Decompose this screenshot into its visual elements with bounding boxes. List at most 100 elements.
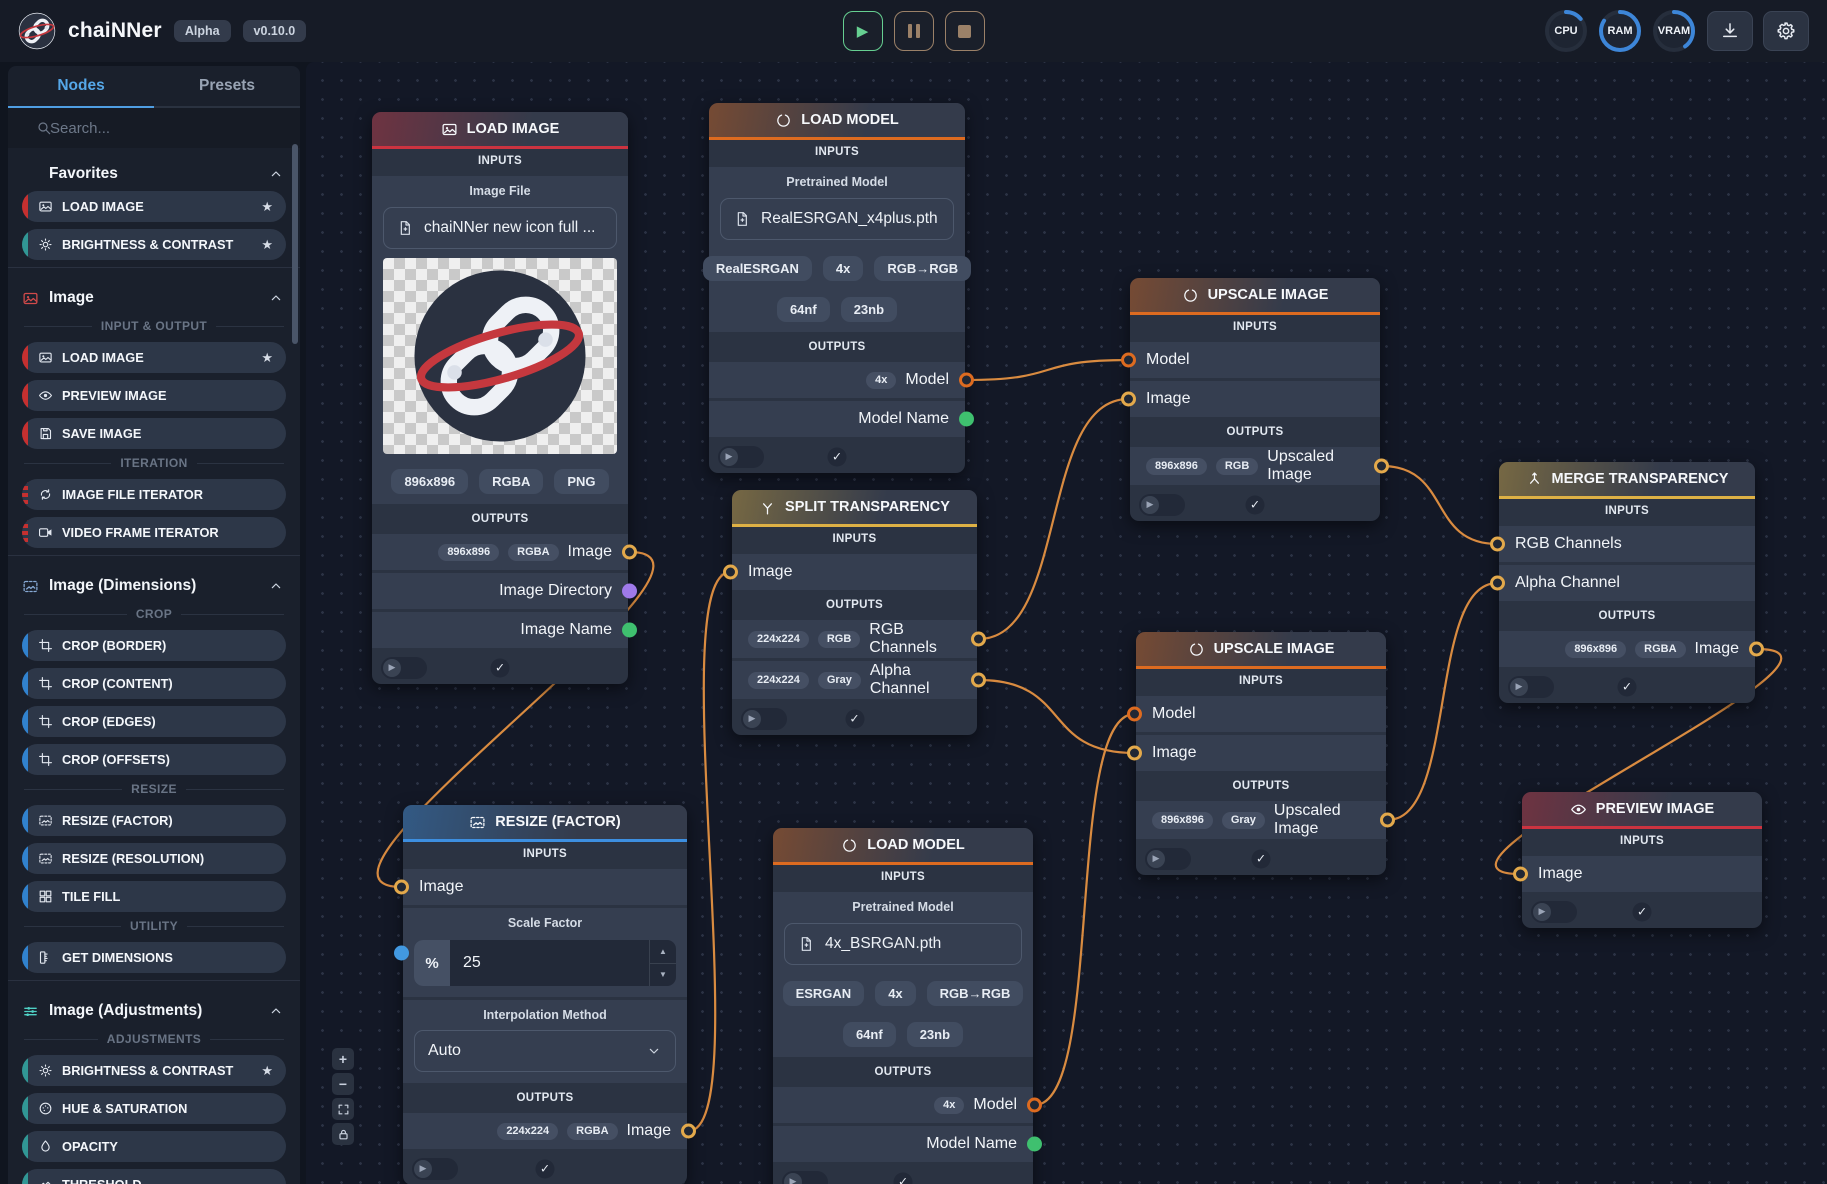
node-header[interactable]: MERGE TRANSPARENCY xyxy=(1499,462,1755,496)
timer-toggle[interactable]: ▶ xyxy=(741,708,787,730)
zoom-in-button[interactable]: + xyxy=(332,1048,354,1070)
sidebar-item-crop-edges[interactable]: CROP (EDGES) xyxy=(22,706,286,737)
output-handle-name[interactable] xyxy=(959,412,974,427)
output-handle-out[interactable] xyxy=(1374,459,1389,474)
node-header[interactable]: LOAD MODEL xyxy=(773,828,1033,862)
input-handle-image[interactable] xyxy=(394,880,409,895)
node-header[interactable]: LOAD MODEL xyxy=(709,103,965,137)
node-preview-image[interactable]: PREVIEW IMAGEINPUTSImage▶✓ xyxy=(1522,792,1762,928)
wire-load-model-2.model-to-upscale-2.model[interactable] xyxy=(1035,714,1135,1105)
spinner-up[interactable]: ▲ xyxy=(650,940,676,964)
node-header[interactable]: RESIZE (FACTOR) xyxy=(403,805,687,839)
category-header-favorites[interactable]: Favorites xyxy=(8,154,300,191)
output-handle-alpha[interactable] xyxy=(971,673,986,688)
sidebar-item-preview-image[interactable]: PREVIEW IMAGE xyxy=(22,380,286,411)
run-button[interactable]: ▶ xyxy=(843,11,883,51)
sidebar-scrollbar[interactable] xyxy=(292,144,298,344)
timer-toggle[interactable]: ▶ xyxy=(1145,848,1191,870)
output-handle-name[interactable] xyxy=(622,623,637,638)
node-header[interactable]: LOAD IMAGE xyxy=(372,112,628,146)
output-handle-dir[interactable] xyxy=(622,584,637,599)
file-input[interactable]: RealESRGAN_x4plus.pth xyxy=(720,198,954,240)
timer-toggle[interactable]: ▶ xyxy=(412,1158,458,1180)
output-handle-image[interactable] xyxy=(622,545,637,560)
sidebar-item-hue-saturation[interactable]: HUE & SATURATION xyxy=(22,1093,286,1124)
category-header-image-adjustments-[interactable]: Image (Adjustments) xyxy=(8,991,300,1028)
pause-button[interactable] xyxy=(894,11,934,51)
node-header[interactable]: UPSCALE IMAGE xyxy=(1130,278,1380,312)
timer-toggle[interactable]: ▶ xyxy=(381,657,427,679)
file-input[interactable]: 4x_BSRGAN.pth xyxy=(784,923,1022,965)
input-handle-rgb[interactable] xyxy=(1490,537,1505,552)
timer-toggle[interactable]: ▶ xyxy=(1508,676,1554,698)
wire-resize-factor.out-to-split-transparency.image[interactable] xyxy=(689,572,731,1131)
input-handle-image[interactable] xyxy=(1513,867,1528,882)
output-handle-rgb[interactable] xyxy=(971,632,986,647)
flow-canvas[interactable]: + − LOAD IMAGEINPUTSImage FilechaiNNer ne… xyxy=(306,62,1827,1184)
favorite-star-icon[interactable]: ★ xyxy=(261,350,273,366)
output-handle-out[interactable] xyxy=(1749,642,1764,657)
node-header[interactable]: PREVIEW IMAGE xyxy=(1522,792,1762,826)
spinner-down[interactable]: ▼ xyxy=(650,964,676,987)
sidebar-item-save-image[interactable]: SAVE IMAGE xyxy=(22,418,286,449)
sidebar-item-get-dimensions[interactable]: GET DIMENSIONS xyxy=(22,942,286,973)
sidebar-item-opacity[interactable]: OPACITY xyxy=(22,1131,286,1162)
output-handle-out[interactable] xyxy=(1380,813,1395,828)
node-resize-factor[interactable]: RESIZE (FACTOR)INPUTSImageScale Factor%2… xyxy=(403,805,687,1184)
node-upscale-1[interactable]: UPSCALE IMAGEINPUTSModelImageOUTPUTS896x… xyxy=(1130,278,1380,521)
interpolation-select[interactable]: Auto xyxy=(414,1030,676,1072)
sidebar-item-threshold[interactable]: THRESHOLD xyxy=(22,1169,286,1184)
category-header-image[interactable]: Image xyxy=(8,278,300,315)
input-handle-scale[interactable] xyxy=(394,945,409,960)
wire-split-transparency.alpha-to-upscale-2.image[interactable] xyxy=(979,680,1135,753)
node-load-image[interactable]: LOAD IMAGEINPUTSImage FilechaiNNer new i… xyxy=(372,112,628,684)
wire-split-transparency.rgb-to-upscale-1.image[interactable] xyxy=(979,399,1129,639)
input-handle-model[interactable] xyxy=(1127,707,1142,722)
tab-presets[interactable]: Presets xyxy=(154,66,300,106)
stop-button[interactable] xyxy=(945,11,985,51)
number-value[interactable]: 25 xyxy=(450,940,649,986)
node-split-transparency[interactable]: SPLIT TRANSPARENCYINPUTSImageOUTPUTS224x… xyxy=(732,490,977,735)
sidebar-item-tile-fill[interactable]: TILE FILL xyxy=(22,881,286,912)
lock-button[interactable] xyxy=(332,1123,354,1145)
output-handle-model[interactable] xyxy=(1027,1098,1042,1113)
favorite-star-icon[interactable]: ★ xyxy=(261,237,273,253)
node-upscale-2[interactable]: UPSCALE IMAGEINPUTSModelImageOUTPUTS896x… xyxy=(1136,632,1386,875)
wire-upscale-1.out-to-merge-transparency.rgb[interactable] xyxy=(1382,466,1498,544)
category-header-image-dimensions-[interactable]: Image (Dimensions) xyxy=(8,566,300,603)
node-load-model-1[interactable]: LOAD MODELINPUTSPretrained ModelRealESRG… xyxy=(709,103,965,473)
timer-toggle[interactable]: ▶ xyxy=(1531,901,1577,923)
zoom-out-button[interactable]: − xyxy=(332,1073,354,1095)
tab-nodes[interactable]: Nodes xyxy=(8,66,154,106)
node-header[interactable]: UPSCALE IMAGE xyxy=(1136,632,1386,666)
timer-toggle[interactable]: ▶ xyxy=(1139,494,1185,516)
sidebar-item-video-frame-iterator[interactable]: VIDEO FRAME ITERATOR xyxy=(22,517,286,548)
fit-view-button[interactable] xyxy=(332,1098,354,1120)
sidebar-item-load-image[interactable]: LOAD IMAGE★ xyxy=(22,191,286,222)
sidebar-item-crop-content[interactable]: CROP (CONTENT) xyxy=(22,668,286,699)
input-handle-image[interactable] xyxy=(1127,746,1142,761)
node-merge-transparency[interactable]: MERGE TRANSPARENCYINPUTSRGB ChannelsAlph… xyxy=(1499,462,1755,703)
settings-button[interactable] xyxy=(1763,11,1809,51)
favorite-star-icon[interactable]: ★ xyxy=(261,199,273,215)
sidebar-item-load-image[interactable]: LOAD IMAGE★ xyxy=(22,342,286,373)
output-handle-model[interactable] xyxy=(959,373,974,388)
sidebar-item-image-file-iterator[interactable]: IMAGE FILE ITERATOR xyxy=(22,479,286,510)
favorite-star-icon[interactable]: ★ xyxy=(261,1063,273,1079)
wire-load-model-1.model-to-upscale-1.model[interactable] xyxy=(967,360,1129,380)
download-button[interactable] xyxy=(1707,11,1753,51)
timer-toggle[interactable]: ▶ xyxy=(782,1171,828,1184)
node-header[interactable]: SPLIT TRANSPARENCY xyxy=(732,490,977,524)
input-handle-alpha[interactable] xyxy=(1490,576,1505,591)
sidebar-item-resize-factor[interactable]: RESIZE (FACTOR) xyxy=(22,805,286,836)
output-handle-name[interactable] xyxy=(1027,1137,1042,1152)
output-handle-out[interactable] xyxy=(681,1124,696,1139)
sidebar-item-crop-border[interactable]: CROP (BORDER) xyxy=(22,630,286,661)
sidebar-item-brightness-contrast[interactable]: BRIGHTNESS & CONTRAST★ xyxy=(22,229,286,260)
wire-upscale-2.out-to-merge-transparency.alpha[interactable] xyxy=(1388,583,1498,820)
input-handle-model[interactable] xyxy=(1121,353,1136,368)
sidebar-item-resize-resolution[interactable]: RESIZE (RESOLUTION) xyxy=(22,843,286,874)
input-handle-image[interactable] xyxy=(723,565,738,580)
number-input[interactable]: %25▲▼ xyxy=(414,940,676,986)
input-handle-image[interactable] xyxy=(1121,392,1136,407)
